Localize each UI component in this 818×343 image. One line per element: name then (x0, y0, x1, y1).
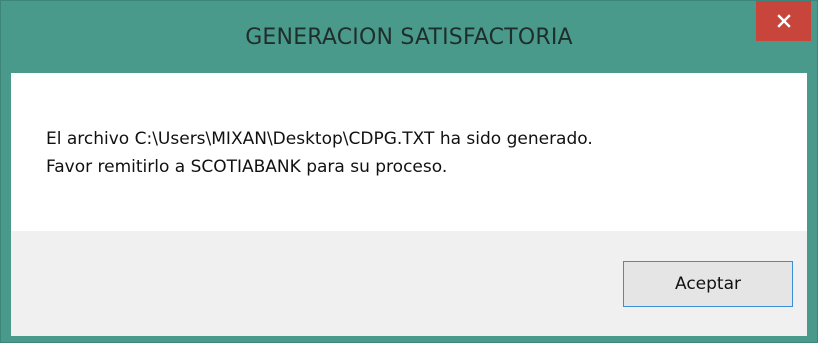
message-text: El archivo C:\Users\MIXAN\Desktop\CDPG.T… (46, 125, 593, 181)
close-button[interactable] (756, 1, 811, 41)
dialog-body: El archivo C:\Users\MIXAN\Desktop\CDPG.T… (11, 73, 807, 336)
dialog-window: GENERACION SATISFACTORIA El archivo C:\U… (0, 0, 818, 343)
close-icon (776, 14, 791, 28)
window-title: GENERACION SATISFACTORIA (245, 25, 573, 50)
accept-button[interactable]: Aceptar (623, 261, 793, 307)
title-bar[interactable]: GENERACION SATISFACTORIA (1, 1, 817, 73)
message-line-1: El archivo C:\Users\MIXAN\Desktop\CDPG.T… (46, 129, 593, 149)
message-area: El archivo C:\Users\MIXAN\Desktop\CDPG.T… (11, 73, 807, 231)
message-line-2: Favor remitirlo a SCOTIABANK para su pro… (46, 157, 448, 177)
button-bar: Aceptar (11, 231, 807, 336)
